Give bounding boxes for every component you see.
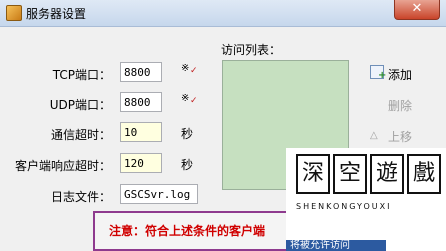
watermark-char: 遊: [370, 154, 404, 194]
client-timeout-input[interactable]: 120: [120, 153, 162, 173]
comm-timeout-input[interactable]: 10: [120, 122, 162, 142]
window-title: 服务器设置: [26, 7, 87, 21]
udp-port-input[interactable]: 8800: [120, 92, 162, 112]
delete-button[interactable]: 删除: [388, 97, 412, 114]
client-timeout-label: 客户端响应超时：: [14, 159, 111, 173]
keyboard-glyph: ※: [181, 93, 190, 104]
keyboard-glyph: ※: [181, 63, 190, 74]
access-list-label: 访问列表：: [221, 43, 282, 57]
watermark-logo: 深 空 遊 戲 SHENKONGYOUXI 将被允许访问: [286, 148, 446, 251]
close-button[interactable]: ✕: [394, 0, 440, 20]
tcp-port-input[interactable]: 8800: [120, 62, 162, 82]
watermark-char: 戲: [407, 154, 441, 194]
tcp-port-label: TCP端口：: [52, 68, 111, 82]
comm-timeout-label: 通信超时：: [50, 128, 111, 142]
client-timeout-unit: 秒: [181, 158, 194, 172]
title-bar: 服务器设置 ✕: [0, 0, 446, 27]
comm-timeout-unit: 秒: [181, 127, 194, 141]
watermark-char: 深: [296, 154, 330, 194]
move-up-button[interactable]: 上移: [388, 128, 412, 145]
add-icon[interactable]: [370, 65, 386, 81]
log-file-label: 日志文件：: [50, 190, 111, 204]
watermark-char: 空: [333, 154, 367, 194]
keyboard-icon[interactable]: ※ ✓: [181, 93, 198, 106]
watermark-text: SHENKONGYOUXI: [296, 202, 392, 211]
keyboard-icon[interactable]: ※ ✓: [181, 63, 198, 76]
log-file-input[interactable]: GSCSvr.log: [120, 184, 198, 204]
udp-port-label: UDP端口：: [49, 98, 111, 112]
app-icon: [6, 5, 22, 21]
notice-text: 注意：符合上述条件的客户端: [109, 224, 266, 238]
notice-continuation: 将被允许访问: [286, 240, 386, 251]
add-button[interactable]: 添加: [388, 66, 412, 83]
up-arrow-icon: △: [370, 130, 378, 141]
